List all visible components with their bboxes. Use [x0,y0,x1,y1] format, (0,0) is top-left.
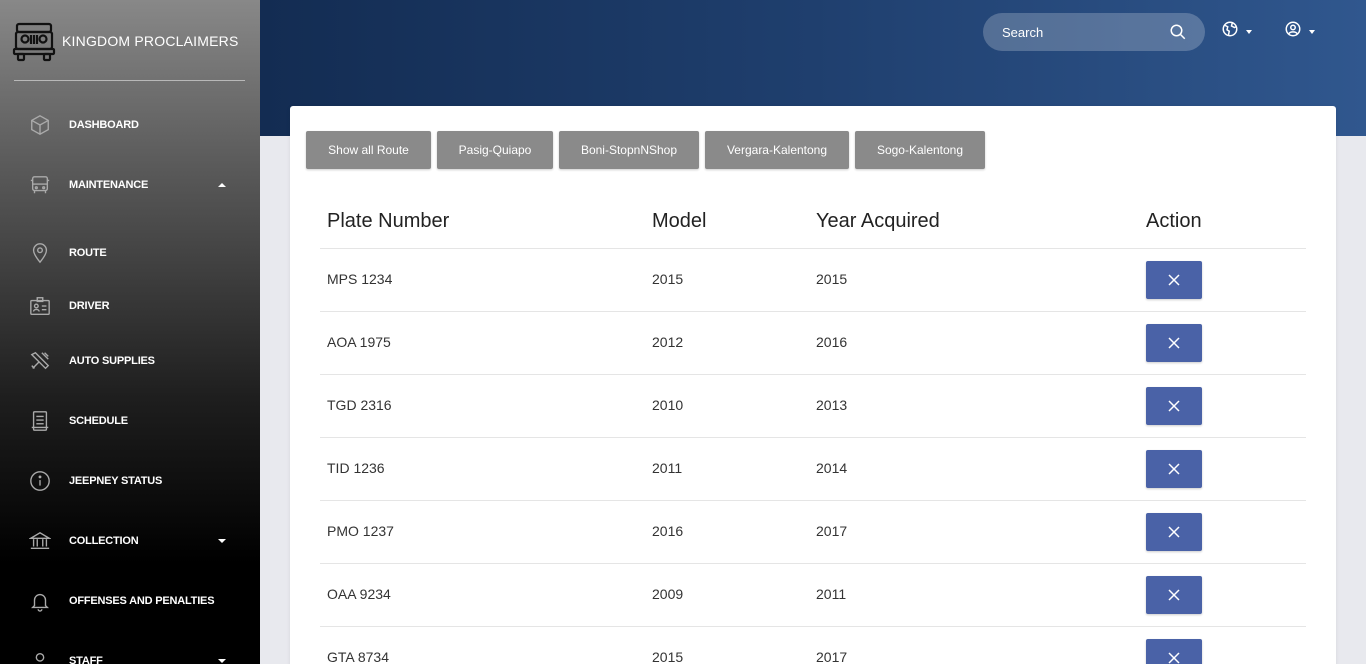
cell-plate-number: MPS 1234 [327,271,393,287]
cell-year-acquired: 2017 [816,523,848,539]
sidebar-item-label: ROUTE [69,247,107,259]
delete-button[interactable] [1146,513,1202,551]
info-icon [28,469,52,493]
close-icon [1168,526,1180,538]
sidebar-item-label: JEEPNEY STATUS [69,475,163,487]
brand-name: KINGDOM PROCLAIMERS [62,32,239,49]
table-row: OAA 9234 2009 2011 [320,563,1306,626]
column-header-year-acquired: Year Acquired [816,210,940,232]
delete-button[interactable] [1146,639,1202,664]
cube-icon [28,113,52,137]
close-icon [1168,400,1180,412]
cell-year-acquired: 2017 [816,649,848,664]
user-icon [28,649,52,664]
cell-plate-number: TID 1236 [327,460,385,476]
filter-vergara-kalentong-button[interactable]: Vergara-Kalentong [705,131,849,169]
bank-icon [28,529,52,553]
cell-year-acquired: 2016 [816,334,848,350]
account-dropdown[interactable] [1284,20,1315,43]
chevron-down-icon [1246,29,1252,34]
main-card: Show all Route Pasig-Quiapo Boni-StopnNS… [290,106,1336,664]
column-header-action: Action [1146,210,1202,232]
filter-boni-stopnnshop-button[interactable]: Boni-StopnNShop [559,131,699,169]
chevron-down-icon [1309,29,1315,34]
delete-button[interactable] [1146,324,1202,362]
cell-year-acquired: 2013 [816,397,848,413]
filter-show-all-route-button[interactable]: Show all Route [306,131,431,169]
cell-year-acquired: 2015 [816,271,848,287]
delete-button[interactable] [1146,387,1202,425]
close-icon [1168,589,1180,601]
cell-plate-number: PMO 1237 [327,523,394,539]
table-row: GTA 8734 2015 2017 [320,626,1306,664]
document-icon [28,409,52,433]
sidebar-item-label: DASHBOARD [69,119,139,131]
cell-plate-number: OAA 9234 [327,586,391,602]
search-placeholder: Search [1002,24,1044,40]
close-icon [1168,463,1180,475]
filter-pasig-quiapo-button[interactable]: Pasig-Quiapo [437,131,553,169]
sidebar-item-route[interactable]: ROUTE [0,233,260,273]
jeep-icon [12,19,56,63]
sidebar-item-label: OFFENSES AND PENALTIES [69,595,215,607]
cell-plate-number: TGD 2316 [327,397,392,413]
sidebar-item-collection[interactable]: COLLECTION [0,521,260,561]
sidebar-item-staff[interactable]: STAFF [0,641,260,664]
table-row: AOA 1975 2012 2016 [320,311,1306,374]
sidebar-item-label: DRIVER [69,300,110,312]
close-icon [1168,274,1180,286]
chevron-up-icon [218,183,226,187]
cell-plate-number: GTA 8734 [327,649,390,664]
sidebar-item-driver[interactable]: DRIVER [0,286,260,326]
globe-icon [1221,20,1239,43]
sidebar-item-jeepney-status[interactable]: JEEPNEY STATUS [0,461,260,501]
cell-model: 2015 [652,649,684,664]
sidebar-item-label: STAFF [69,655,103,664]
cell-year-acquired: 2011 [816,586,847,602]
column-header-plate-number: Plate Number [327,210,450,232]
user-circle-icon [1284,20,1302,43]
filter-sogo-kalentong-button[interactable]: Sogo-Kalentong [855,131,985,169]
delete-button[interactable] [1146,450,1202,488]
sidebar-item-label: AUTO SUPPLIES [69,355,155,367]
brand-divider [14,80,245,81]
cell-model: 2012 [652,334,684,350]
sidebar-item-offenses-and-penalties[interactable]: OFFENSES AND PENALTIES [0,581,260,621]
language-dropdown[interactable] [1221,20,1252,43]
sidebar-item-dashboard[interactable]: DASHBOARD [0,105,260,145]
table-row: PMO 1237 2016 2017 [320,500,1306,563]
cell-plate-number: AOA 1975 [327,334,391,350]
sidebar-item-label: SCHEDULE [69,415,128,427]
table-row: MPS 1234 2015 2015 [320,248,1306,311]
cell-year-acquired: 2014 [816,460,848,476]
column-header-model: Model [652,210,707,232]
close-icon [1168,337,1180,349]
sidebar-item-label: COLLECTION [69,535,139,547]
sidebar-item-maintenance[interactable]: MAINTENANCE [0,165,260,205]
brand[interactable]: KINGDOM PROCLAIMERS [0,0,260,81]
chevron-down-icon [218,659,226,663]
sidebar-item-auto-supplies[interactable]: AUTO SUPPLIES [0,341,260,381]
table-row: TGD 2316 2010 2013 [320,374,1306,437]
chevron-down-icon [218,539,226,543]
cell-model: 2016 [652,523,684,539]
search-icon[interactable] [1169,23,1187,46]
cell-model: 2015 [652,271,684,287]
tools-icon [28,349,52,373]
cell-model: 2009 [652,586,684,602]
sidebar-item-label: MAINTENANCE [69,179,149,191]
map-pin-icon [28,241,52,265]
bell-icon [28,589,52,613]
search-input[interactable]: Search [983,13,1205,51]
cell-model: 2010 [652,397,684,413]
table-row: TID 1236 2011 2014 [320,437,1306,500]
id-card-icon [28,294,52,318]
close-icon [1168,652,1180,664]
delete-button[interactable] [1146,261,1202,299]
sidebar: KINGDOM PROCLAIMERS DASHBOARD MAINTENANC… [0,0,260,664]
sidebar-item-schedule[interactable]: SCHEDULE [0,401,260,441]
bus-icon [28,173,52,197]
delete-button[interactable] [1146,576,1202,614]
cell-model: 2011 [652,460,683,476]
